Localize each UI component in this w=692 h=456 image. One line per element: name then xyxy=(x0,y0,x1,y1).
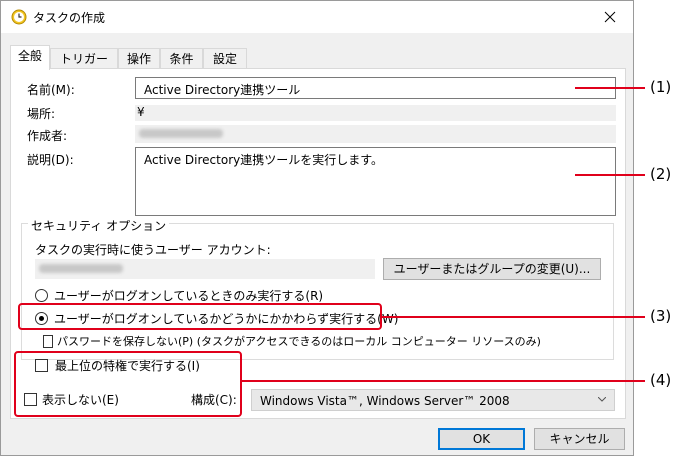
change-user-group-button[interactable]: ユーザーまたはグループの変更(U)... xyxy=(383,258,601,280)
callout-label-3: (3) xyxy=(650,307,672,325)
configure-for-label: 構成(C): xyxy=(191,393,237,407)
configure-for-select[interactable]: Windows Vista™, Windows Server™ 2008 xyxy=(251,389,615,411)
callout-line-3 xyxy=(382,316,645,318)
tab-actions[interactable]: 操作 xyxy=(118,48,160,68)
hidden-label: 表示しない(E) xyxy=(42,393,119,407)
radio-logged-on-only[interactable] xyxy=(35,289,48,302)
radio-logged-on-only-label: ユーザーがログオンしているときのみ実行する(R) xyxy=(54,289,324,303)
clock-icon xyxy=(11,9,27,25)
run-highest-privileges-checkbox[interactable] xyxy=(35,359,48,372)
callout-label-4: (4) xyxy=(650,371,672,389)
tab-conditions[interactable]: 条件 xyxy=(160,48,203,68)
location-value-box: ¥ xyxy=(135,105,616,121)
name-label: 名前(M): xyxy=(27,83,75,97)
name-input[interactable]: Active Directory連携ツール xyxy=(135,77,616,99)
radio-whether-or-not[interactable] xyxy=(35,312,48,325)
close-icon xyxy=(604,11,616,23)
author-label: 作成者: xyxy=(27,129,68,143)
callout-label-2: (2) xyxy=(650,165,672,183)
location-value: ¥ xyxy=(137,105,145,119)
cancel-button[interactable]: キャンセル xyxy=(534,428,625,450)
run-as-account-redacted xyxy=(39,264,123,273)
description-textarea[interactable]: Active Directory連携ツールを実行します。 xyxy=(135,147,616,216)
tab-triggers[interactable]: トリガー xyxy=(50,48,118,68)
radio-selected-dot xyxy=(39,316,44,321)
hidden-checkbox[interactable] xyxy=(24,393,37,406)
close-button[interactable] xyxy=(587,1,633,33)
run-as-account-label: タスクの実行時に使うユーザー アカウント: xyxy=(35,243,271,257)
window-title: タスクの作成 xyxy=(33,11,106,25)
tab-settings[interactable]: 設定 xyxy=(203,48,247,68)
callout-line-1 xyxy=(575,87,645,89)
callout-line-2 xyxy=(575,174,645,176)
author-value-box xyxy=(135,125,616,143)
tab-general[interactable]: 全般 xyxy=(10,45,50,70)
radio-whether-or-not-label: ユーザーがログオンしているかどうかにかかわらず実行する(W) xyxy=(54,312,399,326)
location-label: 場所: xyxy=(27,107,56,121)
do-not-store-password-checkbox[interactable] xyxy=(43,335,53,348)
security-options-title: セキュリティ オプション xyxy=(28,217,170,234)
ok-button[interactable]: OK xyxy=(438,428,525,450)
author-value-redacted xyxy=(139,129,223,138)
do-not-store-password-label: パスワードを保存しない(P) (タスクがアクセスできるのはローカル コンピュータ… xyxy=(57,335,541,348)
run-as-account-box xyxy=(35,259,375,279)
configure-for-value: Windows Vista™, Windows Server™ 2008 xyxy=(260,394,510,408)
callout-label-1: (1) xyxy=(650,78,672,96)
callout-line-4 xyxy=(242,380,645,382)
chevron-down-icon xyxy=(598,397,606,402)
create-task-dialog: タスクの作成 全般 トリガー 操作 条件 設定 名前(M): Active Di… xyxy=(0,0,634,456)
run-highest-privileges-label: 最上位の特権で実行する(I) xyxy=(55,359,200,373)
description-label: 説明(D): xyxy=(27,153,74,167)
title-bar: タスクの作成 xyxy=(1,1,633,33)
